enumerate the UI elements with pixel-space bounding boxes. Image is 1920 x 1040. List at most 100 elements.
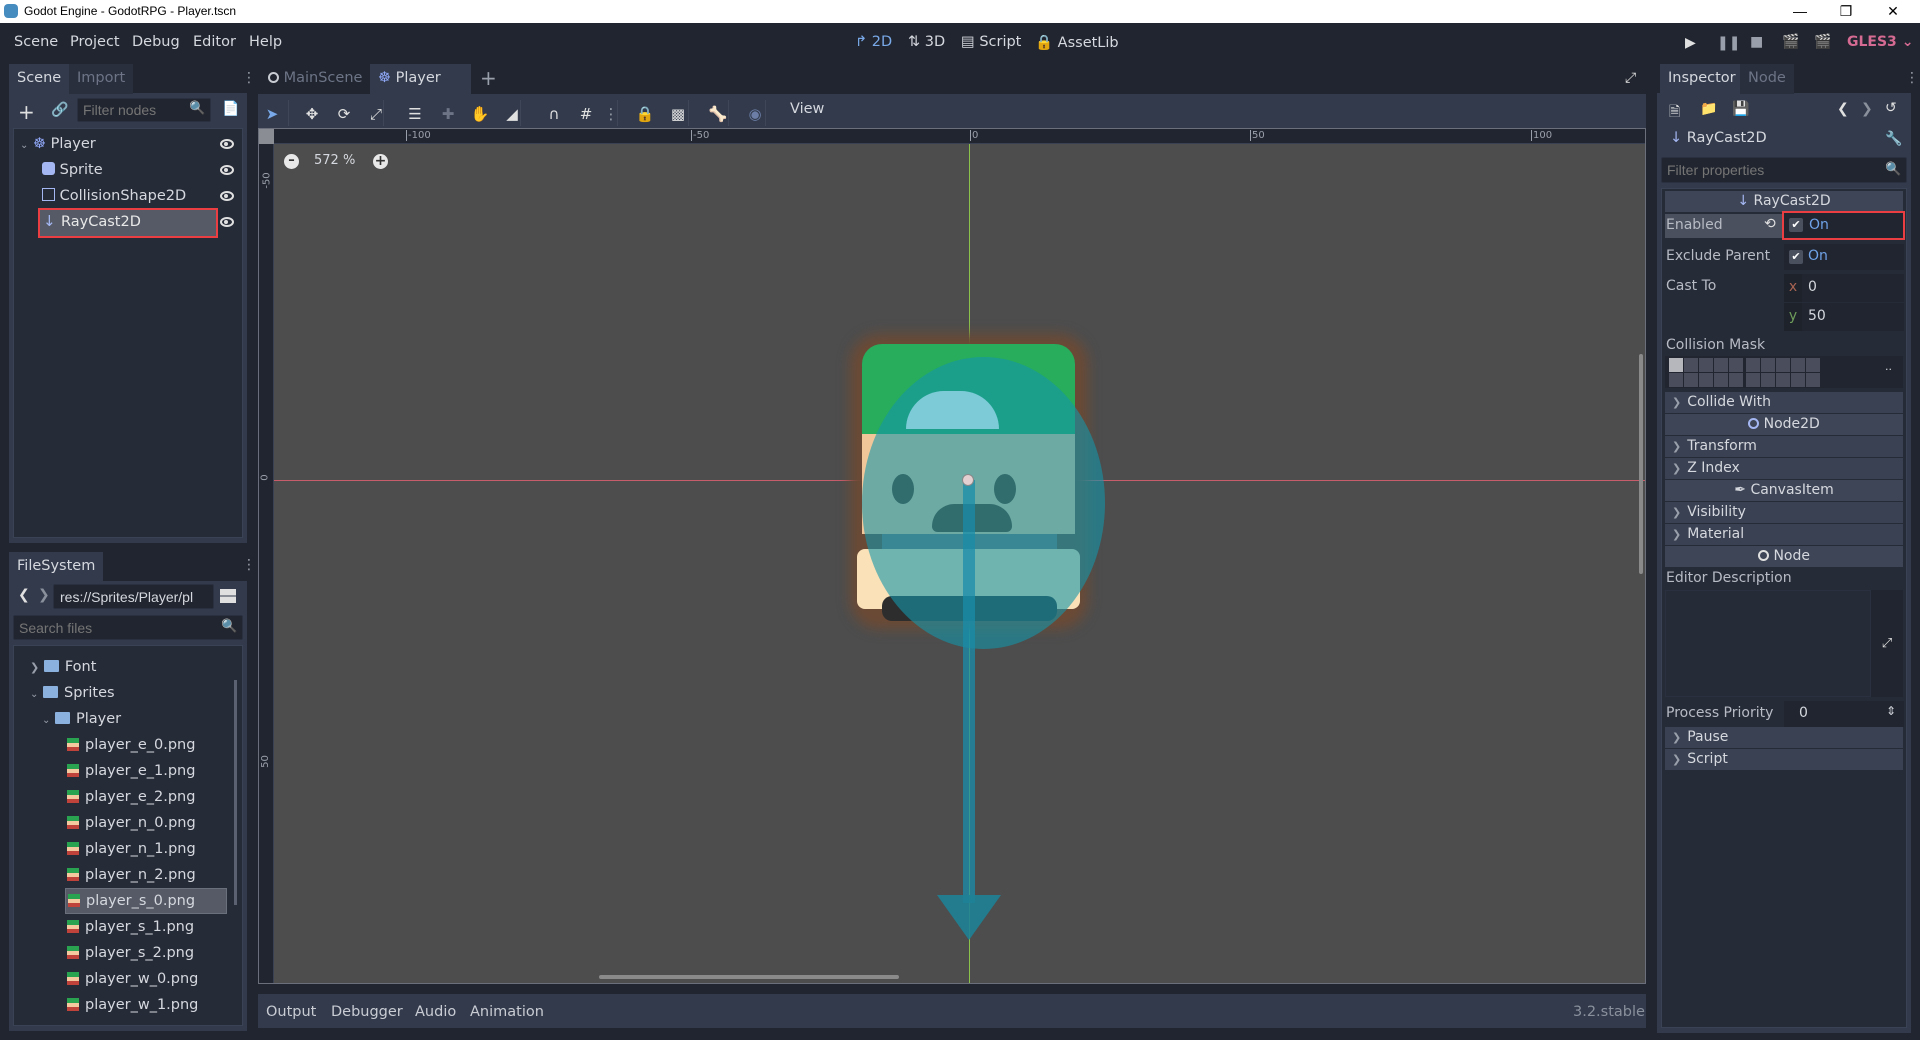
dock-menu-icon[interactable]: ⋮ bbox=[1905, 70, 1919, 86]
file-item[interactable]: player_s_2.png bbox=[67, 941, 194, 965]
workspace-3d[interactable]: ⇅ 3D bbox=[908, 34, 945, 50]
collision-layer-3[interactable] bbox=[1699, 358, 1713, 372]
file-item[interactable]: player_n_2.png bbox=[67, 863, 196, 887]
tab-node[interactable]: Node bbox=[1740, 64, 1794, 94]
move-mode-icon[interactable]: ✥ bbox=[302, 104, 322, 124]
cast-to-y-field[interactable]: y 50 bbox=[1784, 303, 1904, 331]
history-forward-icon[interactable]: ❯ bbox=[1861, 101, 1873, 117]
inspected-node[interactable]: ↓ RayCast2D bbox=[1670, 130, 1767, 146]
section-pause[interactable]: ❯ Pause bbox=[1665, 727, 1903, 748]
restore-icon[interactable]: ❐ bbox=[1823, 0, 1869, 23]
rotate-mode-icon[interactable]: ⟳ bbox=[334, 104, 354, 124]
visibility-eye-icon[interactable] bbox=[220, 191, 234, 201]
revert-icon[interactable]: ⟲ bbox=[1764, 216, 1776, 232]
collision-layer-13[interactable] bbox=[1699, 373, 1713, 387]
filter-properties-input[interactable] bbox=[1661, 157, 1907, 183]
split-view-icon[interactable] bbox=[220, 589, 236, 603]
search-files-input[interactable] bbox=[13, 615, 243, 640]
instance-link-icon[interactable]: 🔗 bbox=[51, 102, 68, 118]
tab-filesystem[interactable]: FileSystem bbox=[9, 552, 104, 582]
distraction-free-icon[interactable]: ⤢ bbox=[1625, 70, 1636, 86]
close-icon[interactable]: ✕ bbox=[1870, 0, 1916, 23]
horizontal-scrollbar[interactable] bbox=[599, 975, 899, 979]
file-item-selected[interactable]: player_s_0.png bbox=[65, 888, 227, 914]
camera-override-icon[interactable]: ◉ bbox=[745, 104, 765, 124]
workspace-script[interactable]: ▤ Script bbox=[961, 34, 1021, 50]
collision-layer-16[interactable] bbox=[1746, 373, 1760, 387]
canvas-viewport[interactable]: -100 -50 0 50 100 -50 0 50 – 572 % + bbox=[258, 128, 1646, 984]
grid-snap-icon[interactable]: # bbox=[576, 104, 596, 124]
section-visibility[interactable]: ❯ Visibility bbox=[1665, 502, 1903, 523]
tree-node-raycast2d[interactable]: ↓ RayCast2D bbox=[38, 208, 218, 238]
collision-layer-2[interactable] bbox=[1684, 358, 1698, 372]
visibility-eye-icon[interactable] bbox=[220, 139, 234, 149]
dock-menu-icon[interactable]: ⋮ bbox=[242, 70, 256, 86]
group-icon[interactable]: ▩ bbox=[668, 104, 688, 124]
collision-layer-20[interactable] bbox=[1806, 373, 1820, 387]
section-transform[interactable]: ❯ Transform bbox=[1665, 436, 1903, 457]
tree-node-collisionshape2d[interactable]: CollisionShape2D bbox=[42, 185, 186, 207]
select-mode-icon[interactable]: ➤ bbox=[262, 104, 282, 124]
collision-layer-11[interactable] bbox=[1669, 373, 1683, 387]
collision-layer-14[interactable] bbox=[1714, 373, 1728, 387]
collision-layer-9[interactable] bbox=[1791, 358, 1805, 372]
snap-options-icon[interactable]: ⋮ bbox=[601, 104, 621, 124]
collision-layer-6[interactable] bbox=[1746, 358, 1760, 372]
folder-font[interactable]: ❯ Font bbox=[30, 655, 96, 679]
tools-icon[interactable]: 🔧 bbox=[1885, 131, 1902, 147]
forward-icon[interactable]: ❯ bbox=[38, 587, 50, 603]
collision-layer-18[interactable] bbox=[1776, 373, 1790, 387]
dock-menu-icon[interactable]: ⋮ bbox=[242, 557, 256, 573]
collision-layer-15[interactable] bbox=[1729, 373, 1743, 387]
expand-icon[interactable]: ⤢ bbox=[1871, 590, 1903, 697]
pivot-mode-icon[interactable]: ✚ bbox=[438, 104, 458, 124]
visibility-eye-icon[interactable] bbox=[220, 165, 234, 175]
pivot-icon[interactable] bbox=[962, 474, 974, 486]
view-menu[interactable]: View bbox=[790, 101, 824, 117]
play-icon[interactable]: ▶ bbox=[1685, 35, 1696, 51]
stop-icon[interactable]: ■ bbox=[1750, 34, 1763, 50]
collision-layer-19[interactable] bbox=[1791, 373, 1805, 387]
new-scene-tab-icon[interactable]: + bbox=[480, 66, 497, 90]
tab-scene[interactable]: Scene bbox=[9, 64, 70, 94]
exclude-parent-checkbox[interactable]: ✔ On bbox=[1784, 244, 1904, 270]
tree-node-sprite[interactable]: Sprite bbox=[42, 159, 103, 181]
tab-debugger[interactable]: Debugger bbox=[331, 1004, 403, 1020]
smart-snap-icon[interactable]: ∩ bbox=[544, 104, 564, 124]
more-layers-button[interactable]: .. bbox=[1885, 360, 1903, 384]
tab-output[interactable]: Output bbox=[266, 1004, 316, 1020]
section-z-index[interactable]: ❯ Z Index bbox=[1665, 458, 1903, 479]
tab-inspector[interactable]: Inspector bbox=[1660, 64, 1744, 94]
file-item[interactable]: player_w_1.png bbox=[67, 993, 198, 1017]
section-material[interactable]: ❯ Material bbox=[1665, 524, 1903, 545]
tree-node-player[interactable]: ⌄ ☸ Player bbox=[20, 133, 96, 155]
file-tree-scrollbar[interactable] bbox=[234, 680, 237, 905]
tab-animation[interactable]: Animation bbox=[470, 1004, 544, 1020]
file-item[interactable]: player_n_0.png bbox=[67, 811, 196, 835]
file-item[interactable]: player_e_2.png bbox=[67, 785, 195, 809]
tab-player[interactable]: ☸ Player ✕ bbox=[370, 64, 471, 115]
add-node-icon[interactable]: + bbox=[18, 100, 35, 124]
bone-icon[interactable]: 🦴 bbox=[708, 104, 728, 124]
tab-audio[interactable]: Audio bbox=[415, 1004, 456, 1020]
section-script[interactable]: ❯ Script bbox=[1665, 749, 1903, 770]
collision-layer-7[interactable] bbox=[1761, 358, 1775, 372]
section-collide-with[interactable]: ❯ Collide With bbox=[1665, 392, 1903, 413]
file-item[interactable]: player_w_0.png bbox=[67, 967, 198, 991]
menu-help[interactable]: Help bbox=[249, 34, 282, 50]
workspace-2d[interactable]: ↱ 2D bbox=[855, 34, 892, 50]
menu-editor[interactable]: Editor bbox=[193, 34, 236, 50]
collision-layer-5[interactable] bbox=[1729, 358, 1743, 372]
back-icon[interactable]: ❮ bbox=[18, 587, 30, 603]
menu-scene[interactable]: Scene bbox=[14, 34, 58, 50]
renderer-select[interactable]: GLES3 ⌄ bbox=[1847, 34, 1913, 50]
spin-arrows-icon[interactable]: ⇕ bbox=[1886, 704, 1896, 718]
collision-layer-1[interactable] bbox=[1669, 358, 1683, 372]
load-resource-icon[interactable]: 📁 bbox=[1700, 101, 1717, 117]
ruler-mode-icon[interactable]: ◢ bbox=[502, 104, 522, 124]
history-back-icon[interactable]: ❮ bbox=[1837, 101, 1849, 117]
collision-layer-10[interactable] bbox=[1806, 358, 1820, 372]
cast-to-x-field[interactable]: x 0 bbox=[1784, 274, 1904, 302]
collision-layer-17[interactable] bbox=[1761, 373, 1775, 387]
file-item[interactable]: player_s_1.png bbox=[67, 915, 194, 939]
